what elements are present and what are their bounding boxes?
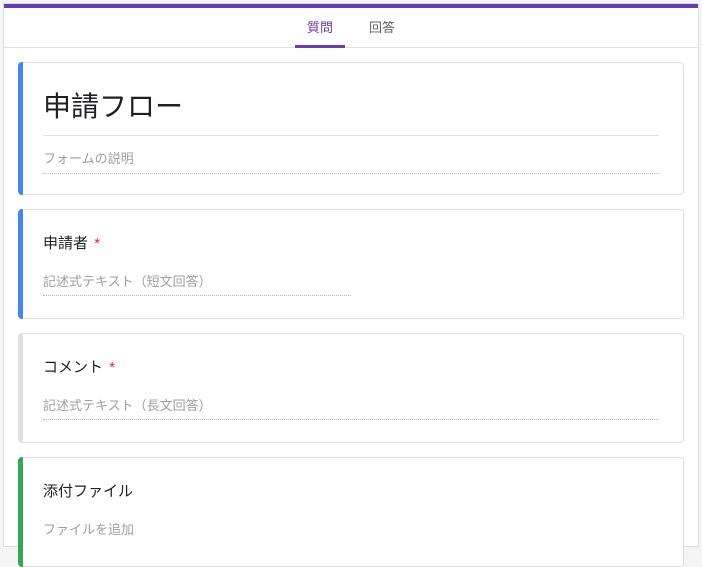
form-title-input[interactable]: 申請フロー <box>43 85 659 136</box>
card-accent <box>18 333 23 443</box>
card-accent <box>18 209 23 319</box>
form-header-card[interactable]: 申請フロー フォームの説明 <box>18 62 684 195</box>
short-answer-placeholder: 記述式テキスト（短文回答） <box>43 271 351 296</box>
required-mark: * <box>109 359 115 376</box>
question-title-text: 申請者 <box>43 235 88 252</box>
question-title[interactable]: コメント * <box>43 356 659 377</box>
long-answer-placeholder: 記述式テキスト（長文回答） <box>43 395 659 420</box>
question-card-attachment[interactable]: 添付ファイル ファイルを追加 <box>18 457 684 567</box>
tabs-bar: 質問 回答 <box>4 8 698 48</box>
card-accent <box>18 457 23 567</box>
file-add-label[interactable]: ファイルを追加 <box>43 519 659 538</box>
form-content: 申請フロー フォームの説明 申請者 * 記述式テキスト（短文回答） コメント *… <box>4 48 698 567</box>
tab-responses[interactable]: 回答 <box>351 8 413 48</box>
form-description-input[interactable]: フォームの説明 <box>43 148 659 174</box>
question-card-comment[interactable]: コメント * 記述式テキスト（長文回答） <box>18 333 684 443</box>
required-mark: * <box>94 235 100 252</box>
card-accent <box>18 62 23 195</box>
form-editor-window: 質問 回答 申請フロー フォームの説明 申請者 * 記述式テキスト（短文回答） … <box>3 3 699 547</box>
question-title[interactable]: 添付ファイル <box>43 480 659 501</box>
question-title-text: 添付ファイル <box>43 483 133 500</box>
question-title-text: コメント <box>43 359 103 376</box>
question-card-applicant[interactable]: 申請者 * 記述式テキスト（短文回答） <box>18 209 684 319</box>
question-title[interactable]: 申請者 * <box>43 232 659 253</box>
tab-questions[interactable]: 質問 <box>289 8 351 48</box>
